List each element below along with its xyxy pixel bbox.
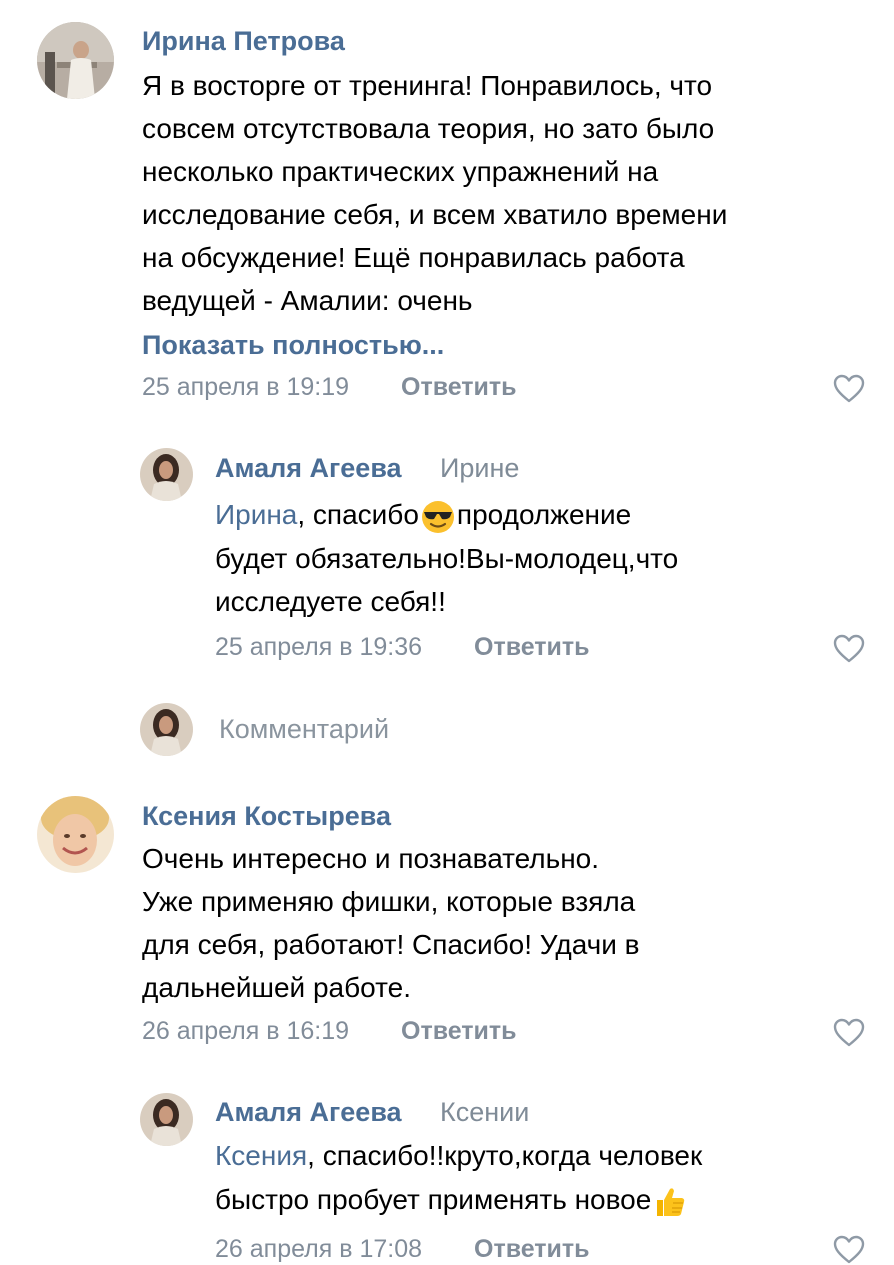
reply-date: 25 апреля в 19:36 — [215, 633, 423, 661]
comment-text-line: ведущей - Амалии: очень — [142, 285, 473, 316]
reply-to-label[interactable]: Ирине — [440, 453, 519, 484]
mention-link[interactable]: Ирина — [215, 499, 297, 530]
like-heart-icon[interactable] — [833, 1235, 865, 1265]
comment-text-line: Я в восторге от тренинга! Понравилось, ч… — [142, 70, 713, 101]
reply-button[interactable]: Ответить — [401, 1017, 517, 1046]
like-heart-icon[interactable] — [833, 1018, 865, 1048]
thumbs-up-emoji-icon — [653, 1185, 687, 1219]
reply-to-label[interactable]: Ксении — [440, 1097, 529, 1128]
show-more-link[interactable]: Показать полностью... — [142, 330, 444, 361]
reply-text: быстро пробует применять новое — [215, 1184, 652, 1215]
comment-text-line: несколько практических упражнений на — [142, 156, 659, 187]
reply-button[interactable]: Ответить — [401, 373, 517, 402]
comment-date: 25 апреля в 19:19 — [142, 373, 350, 401]
comment-text-line: дальнейшей работе. — [142, 972, 411, 1003]
like-heart-icon[interactable] — [833, 374, 865, 404]
avatar-irina[interactable] — [37, 22, 114, 99]
reply-text: , спасибо — [297, 499, 419, 530]
reply-text-line: Ксения, спасибо!!круто,когда человек — [215, 1134, 702, 1177]
reply-author[interactable]: Амаля Агеева — [215, 453, 402, 484]
reply-text-line: исследуете себя!! — [215, 586, 446, 617]
comment-text-line: совсем отсутствовала теория, но зато был… — [142, 113, 715, 144]
reply-text-line: будет обязательно!Вы-молодец,что — [215, 543, 679, 574]
comment-text-line: исследование себя, и всем хватило времен… — [142, 199, 728, 230]
reply-text-line: Ирина, спасибо продолжение — [215, 493, 631, 536]
reply-author[interactable]: Амаля Агеева — [215, 1097, 402, 1128]
avatar-amalya[interactable] — [140, 1093, 193, 1146]
reply-button[interactable]: Ответить — [474, 633, 590, 662]
sunglasses-emoji-icon — [421, 500, 455, 534]
reply-text-line: быстро пробует применять новое — [215, 1178, 689, 1221]
reply-button[interactable]: Ответить — [474, 1235, 590, 1264]
reply-text: , спасибо!!круто,когда человек — [307, 1140, 703, 1171]
comment-text-line: Уже применяю фишки, которые взяла — [142, 886, 636, 917]
reply-date: 26 апреля в 17:08 — [215, 1235, 423, 1263]
avatar-amalya[interactable] — [140, 448, 193, 501]
comment-input[interactable]: Комментарий — [219, 714, 389, 745]
comment-text-line: для себя, работают! Спасибо! Удачи в — [142, 929, 640, 960]
comment-author[interactable]: Ирина Петрова — [142, 26, 345, 57]
avatar-kseniya[interactable] — [37, 796, 114, 873]
comment-date: 26 апреля в 16:19 — [142, 1017, 350, 1045]
comment-author[interactable]: Ксения Костырева — [142, 801, 391, 832]
reply-text: продолжение — [456, 499, 632, 530]
comment-text-line: Очень интересно и познавательно. — [142, 843, 600, 874]
comment-text-line: на обсуждение! Ещё понравилась работа — [142, 242, 685, 273]
mention-link[interactable]: Ксения — [215, 1140, 307, 1171]
like-heart-icon[interactable] — [833, 634, 865, 664]
avatar-current-user — [140, 703, 193, 756]
